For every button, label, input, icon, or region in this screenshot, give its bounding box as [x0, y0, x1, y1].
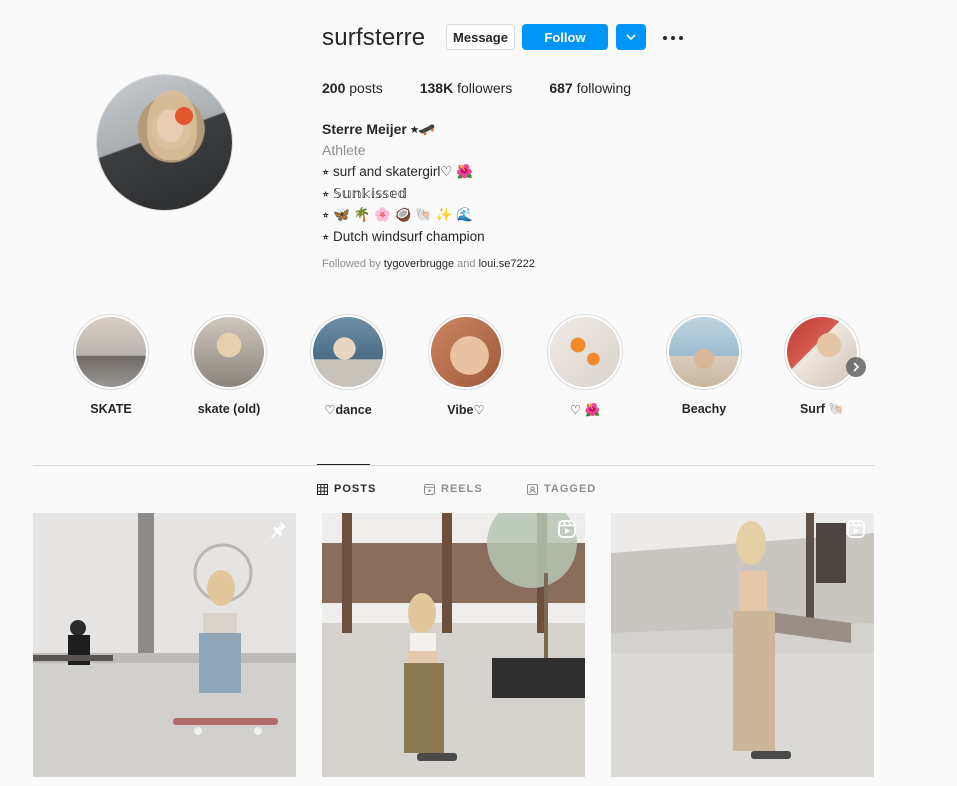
highlight-ring: [310, 314, 386, 390]
suggested-dropdown-button[interactable]: [616, 24, 646, 50]
highlight-label: Vibe♡: [447, 403, 485, 417]
tab-reels-label: REELS: [441, 483, 483, 495]
dot-icon: [679, 36, 683, 40]
highlight-cover: [550, 317, 620, 387]
highlight-label: ♡dance: [324, 403, 372, 417]
followed-by-user[interactable]: loui.se7222: [479, 258, 535, 270]
highlight-ring: [666, 314, 742, 390]
highlight-item[interactable]: skate (old): [169, 314, 289, 416]
highlight-item[interactable]: SKATE: [51, 314, 171, 416]
pin-icon: [271, 521, 286, 538]
highlights-next-button[interactable]: [846, 357, 866, 377]
highlight-cover: [431, 317, 501, 387]
posts-count: 200: [322, 80, 346, 96]
chevron-right-icon: [853, 362, 860, 372]
tabs-divider: [33, 465, 875, 466]
dot-icon: [663, 36, 667, 40]
posts-label: posts: [349, 80, 383, 96]
highlight-cover: [787, 317, 857, 387]
tab-tagged[interactable]: TAGGED: [527, 483, 596, 495]
more-options-button[interactable]: [660, 28, 686, 48]
following-count: 687: [549, 80, 573, 96]
profile-avatar[interactable]: [97, 75, 232, 210]
bio-line: ⭒ 𝕊𝕦𝕟𝕜𝕚𝕤𝕤𝕖𝕕: [322, 186, 407, 201]
posts-stat: 200 posts: [322, 80, 383, 96]
post-image: [611, 513, 874, 777]
tab-tagged-label: TAGGED: [544, 483, 597, 495]
tab-reels[interactable]: REELS: [424, 483, 483, 495]
followed-by-user[interactable]: tygoverbrugge: [384, 258, 454, 270]
highlight-label: Beachy: [681, 402, 727, 416]
highlight-item[interactable]: ♡ 🌺: [525, 314, 645, 418]
profile-username: surfsterre: [322, 24, 426, 51]
profile-stats: 200 posts 138K followers 687 following: [322, 80, 668, 96]
chevron-down-icon: [626, 34, 636, 41]
followed-by[interactable]: Followed by tygoverbrugge and loui.se722…: [322, 258, 535, 270]
highlight-ring: [547, 314, 623, 390]
post-thumbnail[interactable]: [322, 513, 585, 777]
highlight-item[interactable]: Beachy: [644, 314, 764, 416]
highlight-cover: [76, 317, 146, 387]
highlight-label: Surf 🐚: [799, 402, 845, 416]
grid-icon: [317, 483, 328, 495]
highlight-item[interactable]: Vibe♡: [406, 314, 526, 417]
followers-label: followers: [457, 80, 513, 96]
avatar-flower: [175, 107, 193, 125]
active-tab-indicator: [317, 464, 370, 465]
highlight-ring: [191, 314, 267, 390]
following-stat[interactable]: 687 following: [549, 80, 631, 96]
following-label: following: [576, 80, 632, 96]
followers-stat[interactable]: 138K followers: [420, 80, 513, 96]
post-thumbnail[interactable]: [33, 513, 296, 777]
highlight-ring: [428, 314, 504, 390]
message-button[interactable]: Message: [446, 24, 515, 50]
reels-icon: [847, 520, 865, 538]
post-image: [33, 513, 296, 777]
highlight-label: ♡ 🌺: [569, 403, 601, 417]
reels-icon: [424, 483, 435, 495]
followed-by-prefix: Followed by: [322, 258, 381, 270]
reels-icon: [558, 520, 576, 538]
highlight-item[interactable]: ♡dance: [288, 314, 408, 417]
follow-button[interactable]: Follow: [522, 24, 608, 50]
tagged-icon: [527, 483, 538, 495]
followers-count: 138K: [419, 80, 454, 96]
dot-icon: [671, 36, 675, 40]
post-thumbnail[interactable]: [611, 513, 874, 777]
tab-posts-label: POSTS: [334, 483, 377, 495]
highlight-cover: [194, 317, 264, 387]
bio-line: ⭒ surf and skatergirl♡ 🌺: [322, 164, 473, 179]
highlight-cover: [669, 317, 739, 387]
profile-category: Athlete: [322, 142, 366, 158]
post-image: [322, 513, 585, 777]
highlight-label: SKATE: [90, 402, 132, 416]
tab-posts[interactable]: POSTS: [317, 483, 376, 495]
bio-line: ⭒ Dutch windsurf champion: [322, 229, 485, 244]
highlight-cover: [313, 317, 383, 387]
profile-full-name: Sterre Meijer ⭒🛹: [322, 121, 436, 137]
highlight-label: skate (old): [197, 402, 261, 416]
bio-line: ⭒ 🦋 🌴 🌸 🥥 🐚 ✨ 🌊: [322, 207, 474, 222]
followed-by-and: and: [457, 258, 476, 270]
highlight-ring: [73, 314, 149, 390]
highlight-ring: [784, 314, 860, 390]
